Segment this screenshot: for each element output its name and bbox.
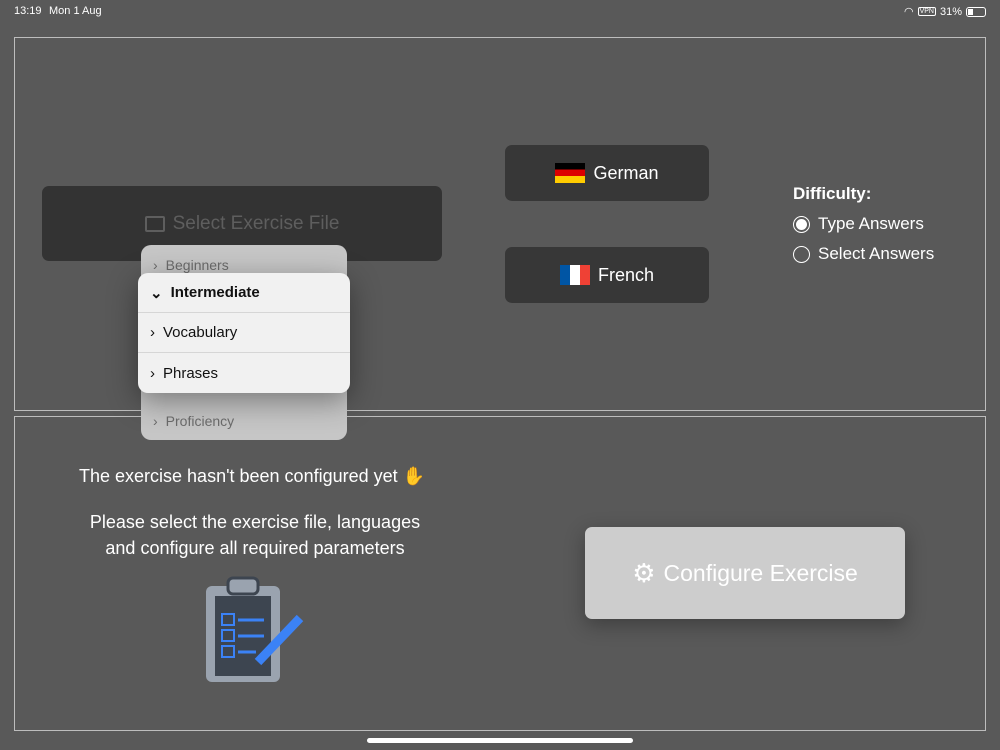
home-indicator[interactable] xyxy=(367,738,633,743)
file-icon xyxy=(144,215,165,232)
menu-label: Phrases xyxy=(163,364,219,382)
menu-item-intermediate[interactable]: ⌄ Intermediate xyxy=(138,273,350,313)
clipboard-icon xyxy=(206,576,304,682)
menu-label: Vocabulary xyxy=(163,324,238,341)
configure-label: Configure Exercise xyxy=(663,559,858,586)
status-icons: ◠ VPN 31% xyxy=(904,5,986,18)
chevron-right-icon: › xyxy=(150,364,155,382)
radio-label: Select Answers xyxy=(818,244,935,263)
german-label: German xyxy=(593,162,659,183)
radio-type-answers[interactable]: Type Answers xyxy=(793,214,934,234)
instruction-line: Please select the exercise file, languag… xyxy=(89,512,421,532)
french-label: French xyxy=(597,264,655,285)
menu-label: Beginners xyxy=(165,257,229,273)
german-flag-icon xyxy=(555,163,586,183)
battery-percent: 31% xyxy=(939,5,962,18)
radio-empty-icon xyxy=(793,245,810,263)
difficulty-group: Difficulty: Type Answers Select Answers xyxy=(793,184,934,264)
instruction-line: and configure all required parameters xyxy=(105,538,405,558)
menu-item-phrases[interactable]: › Phrases xyxy=(138,353,350,393)
chevron-right-icon: › xyxy=(153,257,158,273)
chevron-right-icon: › xyxy=(150,324,155,341)
submenu: ⌄ Intermediate › Vocabulary › Phrases xyxy=(138,273,350,393)
instructions: Please select the exercise file, languag… xyxy=(60,509,450,561)
message-title: The exercise hasn't been configured yet xyxy=(79,466,398,486)
wifi-icon: ◠ xyxy=(903,6,914,18)
battery-icon xyxy=(966,6,986,17)
gears-icon: ⚙ xyxy=(632,557,656,588)
not-configured-message: The exercise hasn't been configured yet … xyxy=(79,466,425,487)
configure-exercise-button[interactable]: ⚙ Configure Exercise xyxy=(585,527,905,619)
radio-select-answers[interactable]: Select Answers xyxy=(793,244,934,264)
status-time: 13:19 xyxy=(14,5,42,17)
menu-label: Proficiency xyxy=(165,413,235,429)
chevron-down-icon: ⌄ xyxy=(150,284,163,302)
vpn-badge: VPN xyxy=(917,7,936,16)
radio-label: Type Answers xyxy=(818,214,924,233)
language-french-button[interactable]: French xyxy=(505,247,709,303)
hand-icon: ✋ xyxy=(402,466,426,486)
status-date: Mon 1 Aug xyxy=(49,5,102,17)
chevron-right-icon: › xyxy=(153,413,158,429)
select-file-label: Select Exercise File xyxy=(172,212,340,234)
radio-selected-icon xyxy=(793,215,810,233)
language-german-button[interactable]: German xyxy=(505,145,709,201)
menu-item-proficiency[interactable]: › Proficiency xyxy=(153,413,234,429)
difficulty-title: Difficulty: xyxy=(793,184,872,203)
french-flag-icon xyxy=(559,265,590,285)
menu-label: Intermediate xyxy=(170,284,260,301)
menu-item-vocabulary[interactable]: › Vocabulary xyxy=(138,313,350,353)
menu-item-beginners[interactable]: › Beginners xyxy=(153,257,229,273)
